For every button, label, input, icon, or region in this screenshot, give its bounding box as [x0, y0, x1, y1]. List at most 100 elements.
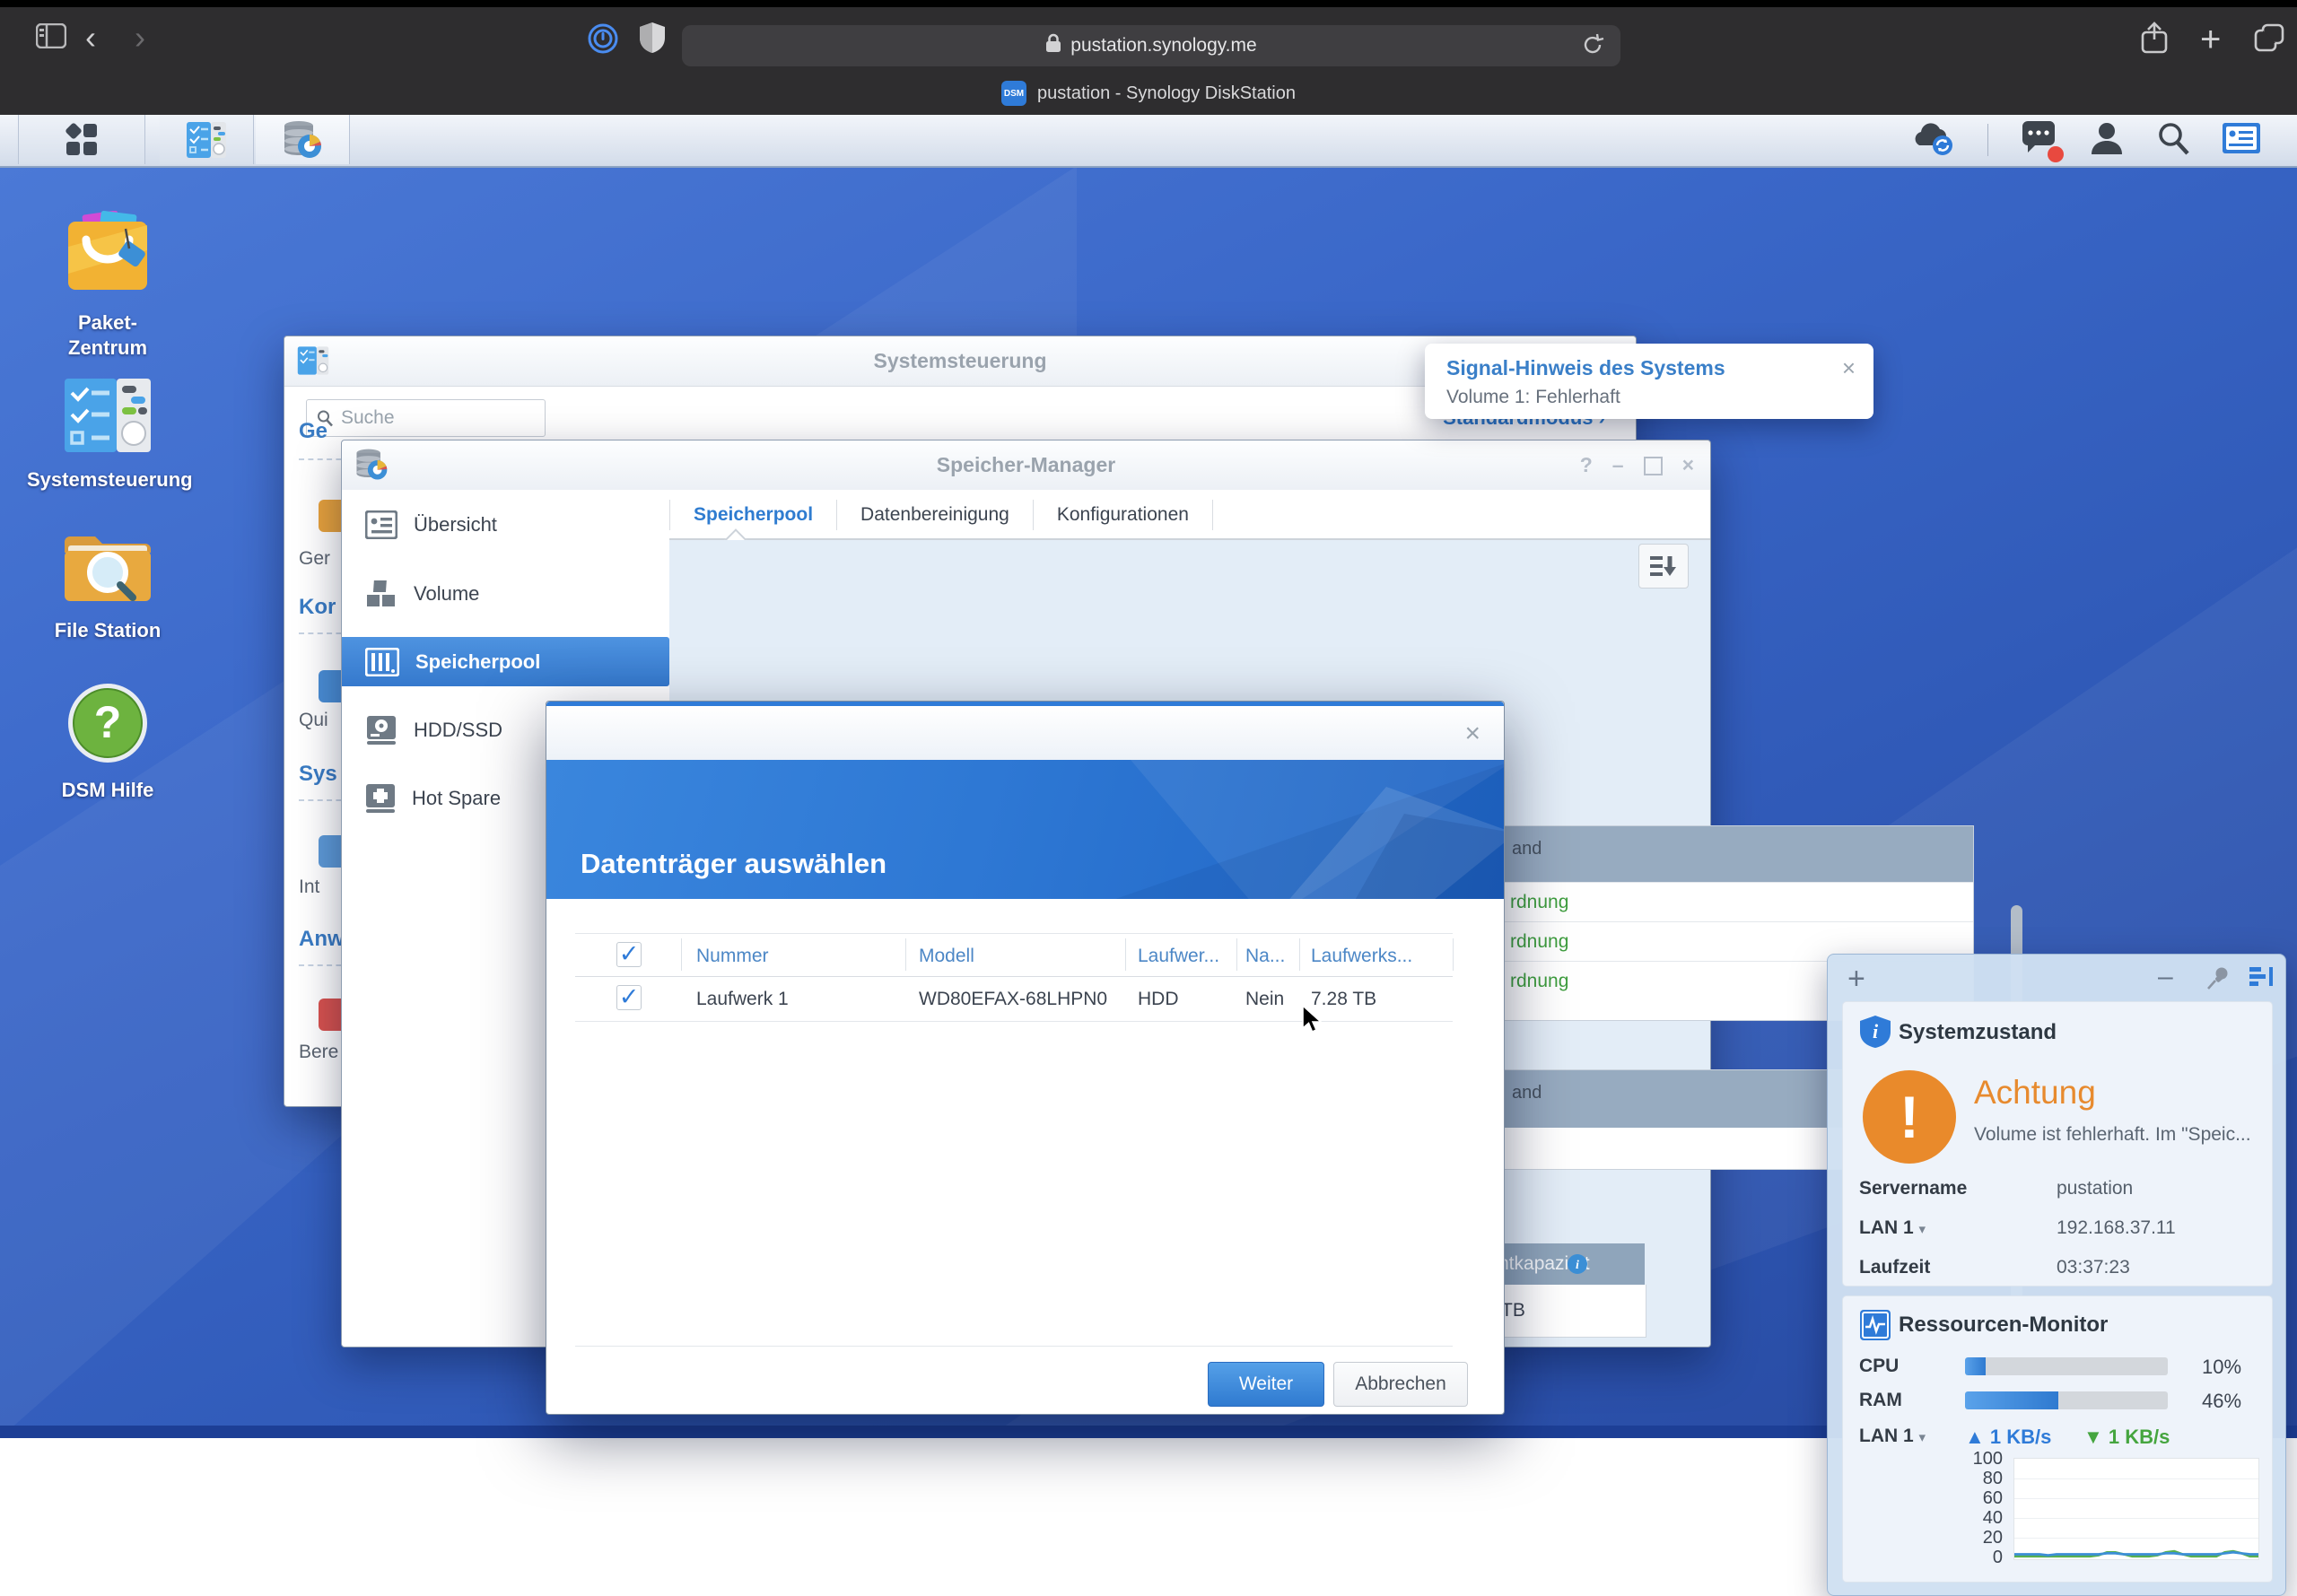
taskbar-storage-manager-button[interactable]	[256, 115, 350, 164]
lan-chart-svg	[2014, 1459, 2258, 1559]
forward-button[interactable]: ›	[135, 22, 145, 54]
drive-status-row[interactable]: rdnung	[1496, 882, 1973, 921]
lan-throughput-chart	[2013, 1458, 2259, 1560]
sidebar-item-volume[interactable]: Volume	[342, 569, 669, 618]
widget-panel-icon[interactable]	[2222, 122, 2261, 159]
main-menu-button[interactable]	[18, 115, 145, 164]
cp-item-partial[interactable]: Bere	[299, 1042, 338, 1063]
col-na[interactable]: Na...	[1245, 946, 1285, 967]
dialog-title: Datenträger auswählen	[581, 848, 886, 880]
tab-datenbereinigung[interactable]: Datenbereinigung	[837, 500, 1034, 530]
back-button[interactable]: ‹	[85, 22, 96, 54]
reload-icon[interactable]	[1581, 33, 1604, 62]
tab-konfigurationen[interactable]: Konfigurationen	[1034, 500, 1213, 530]
lan1-label[interactable]: LAN 1 ▾	[1859, 1217, 1926, 1239]
browser-title-row: DSM pustation - Synology DiskStation	[0, 72, 2297, 116]
notification-title: Signal-Hinweis des Systems	[1446, 356, 1725, 380]
cp-section-partial[interactable]: Sys	[299, 762, 337, 787]
col-divider	[681, 938, 682, 971]
resource-monitor-widget: Ressourcen-Monitor CPU 10% RAM 46% LAN 1…	[1842, 1295, 2273, 1583]
health-message: Volume ist fehlerhaft. Im "Speic...	[1974, 1124, 2251, 1146]
new-tab-button[interactable]: +	[2200, 22, 2221, 57]
search-icon[interactable]	[2155, 120, 2191, 161]
col-laufwerkstyp[interactable]: Laufwer...	[1138, 946, 1219, 967]
servername-value: pustation	[2057, 1178, 2133, 1199]
panel-layout-icon[interactable]	[2248, 965, 2275, 993]
minimize-button[interactable]: –	[1612, 453, 1624, 477]
user-icon[interactable]	[2089, 120, 2125, 161]
help-button[interactable]: ?	[1580, 453, 1593, 477]
pin-icon[interactable]	[2206, 965, 2231, 995]
tab-speicherpool[interactable]: Speicherpool	[669, 500, 837, 530]
package-center-icon	[61, 211, 154, 297]
sidebar-toggle-icon[interactable]	[36, 23, 66, 53]
col-laufwerksgroesse[interactable]: Laufwerks...	[1311, 946, 1412, 967]
cp-section-partial[interactable]: Kor	[299, 595, 336, 620]
close-button[interactable]: ×	[1682, 453, 1694, 477]
table-border	[575, 976, 1453, 977]
control-panel-search-input[interactable]: Suche	[306, 399, 546, 437]
share-icon[interactable]	[2140, 22, 2169, 58]
dialog-close-icon[interactable]: ×	[1464, 720, 1480, 747]
pool-table-header: and	[1496, 826, 1973, 882]
caret-down-icon: ▾	[1919, 1222, 1926, 1237]
notification-body: Volume 1: Fehlerhaft	[1446, 387, 1620, 408]
dsm-desktop: Paket-Zentrum Systemsteuerung File Stati…	[0, 166, 2297, 1438]
cpu-percent: 10%	[2202, 1356, 2241, 1379]
collapse-widgets-button[interactable]: –	[2158, 962, 2173, 992]
col-modell[interactable]: Modell	[919, 946, 974, 967]
tab-overview-icon[interactable]	[2254, 23, 2284, 57]
maximize-button[interactable]	[1644, 457, 1663, 475]
desktop-icon-file-station[interactable]: File Station	[27, 529, 188, 643]
storage-pool-icon	[365, 648, 399, 676]
disk-checkbox[interactable]: ✓	[616, 985, 642, 1010]
sidebar-label: Hot Spare	[412, 787, 501, 810]
cp-item-partial[interactable]: Int	[299, 876, 319, 898]
resource-monitor-icon	[1859, 1309, 1891, 1346]
control-panel-icon	[63, 377, 153, 454]
privacy-shield-icon[interactable]	[639, 22, 666, 58]
sort-button[interactable]	[1638, 544, 1689, 589]
y-tick: 100	[1949, 1449, 2003, 1470]
notifications-icon[interactable]	[2019, 120, 2058, 161]
select-all-checkbox[interactable]: ✓	[616, 942, 642, 967]
next-button[interactable]: Weiter	[1208, 1362, 1324, 1407]
cp-item-partial[interactable]: Qui	[299, 710, 328, 731]
cp-section-partial[interactable]: Anw	[299, 927, 345, 952]
url-text: pustation.synology.me	[1070, 35, 1256, 57]
health-status: Achtung	[1974, 1074, 2096, 1112]
upload-rate: ▲ 1 KB/s	[1965, 1426, 2051, 1449]
cell-modell: WD80EFAX-68LHPN0	[919, 989, 1107, 1010]
onepassword-icon[interactable]	[588, 23, 618, 58]
desktop-icon-dsm-hilfe[interactable]: ? DSM Hilfe	[27, 682, 188, 803]
servername-label: Servername	[1859, 1178, 1967, 1199]
storage-manager-titlebar[interactable]: Speicher-Manager ? – ×	[342, 440, 1710, 491]
col-nummer[interactable]: Nummer	[696, 946, 769, 967]
cpu-bar	[1965, 1357, 2168, 1375]
cp-item-partial[interactable]: Ger	[299, 548, 330, 570]
sidebar-item-uebersicht[interactable]: Übersicht	[342, 500, 669, 549]
add-widget-button[interactable]: +	[1847, 962, 1865, 997]
address-bar[interactable]: pustation.synology.me	[682, 25, 1620, 66]
y-tick: 20	[1949, 1528, 2003, 1548]
lan-selector[interactable]: LAN 1 ▾	[1859, 1426, 1926, 1447]
cancel-button[interactable]: Abbrechen	[1333, 1362, 1468, 1407]
system-notification[interactable]: Signal-Hinweis des Systems Volume 1: Feh…	[1425, 344, 1873, 419]
cp-section-partial[interactable]: Ge	[299, 419, 328, 444]
col-divider	[1236, 938, 1237, 971]
notification-close-icon[interactable]: ×	[1842, 356, 1856, 379]
browser-toolbar: ‹ › pustation.synology.me +	[0, 7, 2297, 72]
info-icon[interactable]: i	[1567, 1243, 1588, 1285]
taskbar-control-panel-button[interactable]	[160, 115, 254, 164]
desktop-icon-paket-zentrum[interactable]: Paket-Zentrum	[27, 211, 188, 360]
sidebar-item-speicherpool[interactable]: Speicherpool	[342, 637, 669, 686]
svg-text:?: ?	[94, 697, 122, 747]
system-health-widget: i Systemzustand ! Achtung Volume ist feh…	[1842, 1001, 2273, 1286]
mouse-cursor	[1301, 1005, 1328, 1040]
cloud-sync-icon[interactable]	[1910, 120, 1957, 161]
search-placeholder: Suche	[341, 407, 395, 429]
desktop-icon-systemsteuerung[interactable]: Systemsteuerung	[27, 377, 188, 493]
sidebar-label: Übersicht	[414, 513, 497, 536]
ram-bar	[1965, 1391, 2168, 1409]
col-divider	[1125, 938, 1126, 971]
